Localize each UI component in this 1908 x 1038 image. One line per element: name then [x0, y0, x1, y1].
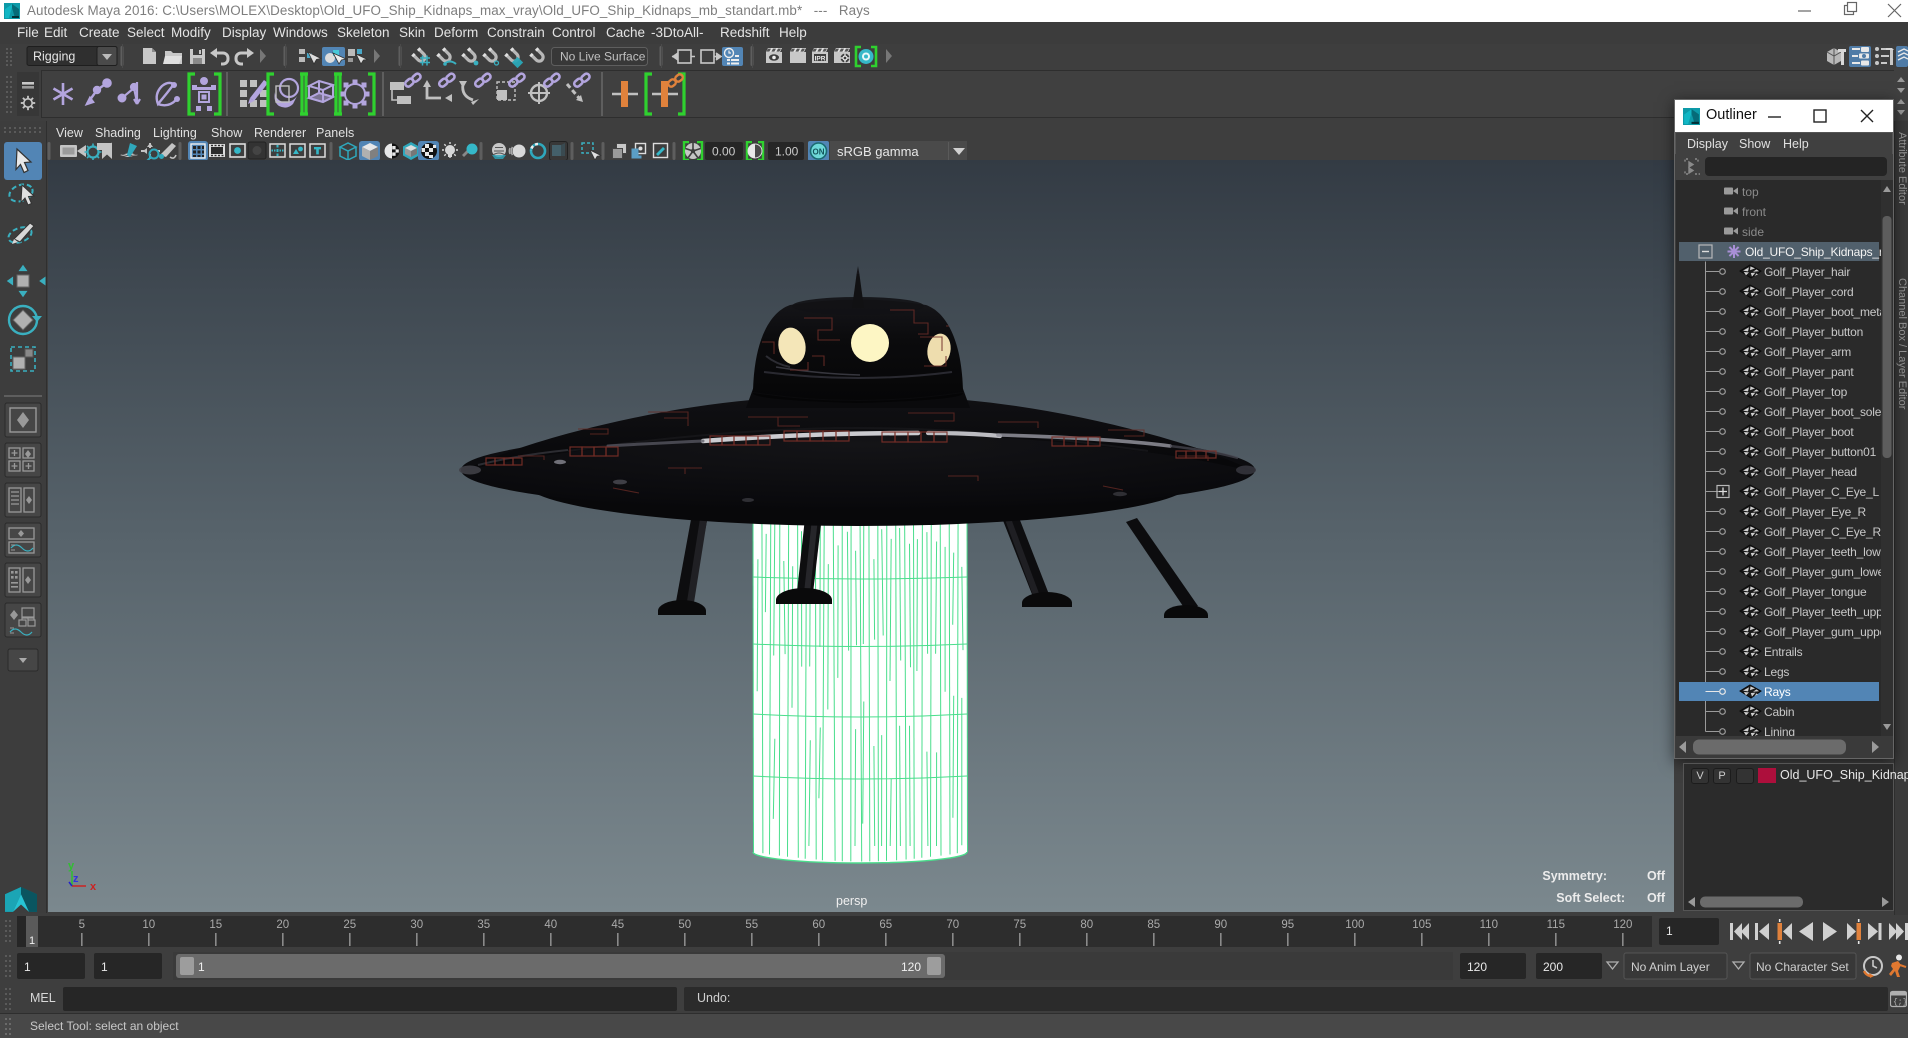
- svg-text:1: 1: [198, 960, 205, 974]
- svg-text:20: 20: [276, 919, 289, 931]
- svg-text:10: 10: [142, 919, 155, 931]
- svg-text:Off: Off: [1647, 869, 1666, 883]
- svg-text:85: 85: [1147, 919, 1160, 931]
- svg-text:Golf_Player_boot_sole: Golf_Player_boot_sole: [1764, 405, 1881, 419]
- svg-text:15: 15: [209, 919, 222, 931]
- svg-text:40: 40: [544, 919, 557, 931]
- svg-text:{;}: {;}: [1893, 998, 1907, 1007]
- svg-text:Golf_Player_arm: Golf_Player_arm: [1764, 345, 1851, 359]
- svg-text:x: x: [90, 881, 97, 893]
- svg-text:Off: Off: [1647, 891, 1666, 905]
- svg-text:1: 1: [29, 935, 35, 947]
- svg-text:115: 115: [1547, 919, 1565, 931]
- svg-text:25: 25: [343, 919, 356, 931]
- svg-text:55: 55: [745, 919, 758, 931]
- svg-text:Legs: Legs: [1764, 665, 1789, 679]
- svg-text:Golf_Player_Eye_R: Golf_Player_Eye_R: [1764, 505, 1867, 519]
- svg-text:Golf_Player_top: Golf_Player_top: [1764, 385, 1848, 399]
- svg-text:Golf_Player_cord: Golf_Player_cord: [1764, 285, 1854, 299]
- svg-text:60: 60: [812, 919, 825, 931]
- svg-text:Golf_Player_tongue: Golf_Player_tongue: [1764, 585, 1867, 599]
- svg-text:IPR: IPR: [815, 55, 826, 62]
- svg-text:Old_UFO_Ship_Kidnaps_nc: Old_UFO_Ship_Kidnaps_nc: [1745, 245, 1881, 259]
- svg-text:Golf_Player_head: Golf_Player_head: [1764, 465, 1857, 479]
- svg-text:No Live Surface: No Live Surface: [560, 50, 646, 64]
- svg-text:5: 5: [79, 919, 85, 931]
- svg-text:105: 105: [1412, 919, 1431, 931]
- svg-text:95: 95: [1281, 919, 1294, 931]
- svg-text:Lining: Lining: [1764, 725, 1795, 736]
- svg-text:110: 110: [1480, 919, 1498, 931]
- svg-text:Entrails: Entrails: [1764, 645, 1803, 659]
- svg-text:No Anim Layer: No Anim Layer: [1631, 960, 1710, 974]
- svg-text:Golf_Player_boot: Golf_Player_boot: [1764, 425, 1854, 439]
- svg-text:Symmetry:: Symmetry:: [1542, 869, 1607, 883]
- svg-text:30: 30: [410, 919, 423, 931]
- svg-text:Rays: Rays: [1764, 685, 1791, 699]
- svg-text:120: 120: [901, 960, 921, 974]
- svg-text:Golf_Player_teeth_lower: Golf_Player_teeth_lower: [1764, 545, 1881, 559]
- svg-text:Golf_Player_gum_lower: Golf_Player_gum_lower: [1764, 565, 1881, 579]
- svg-text:Golf_Player_hair: Golf_Player_hair: [1764, 265, 1850, 279]
- svg-text:Golf_Player_teeth_upper: Golf_Player_teeth_upper: [1764, 605, 1881, 619]
- svg-text:Golf_Player_boot_metal: Golf_Player_boot_metal: [1764, 305, 1881, 319]
- svg-text:1.00: 1.00: [775, 145, 799, 159]
- svg-text:120: 120: [1613, 919, 1632, 931]
- svg-text:top: top: [1742, 185, 1759, 199]
- svg-text:80: 80: [1080, 919, 1093, 931]
- svg-text:persp: persp: [836, 894, 867, 908]
- svg-text:Golf_Player_button01: Golf_Player_button01: [1764, 445, 1877, 459]
- svg-text:65: 65: [879, 919, 892, 931]
- svg-text:Rigging: Rigging: [33, 50, 75, 64]
- svg-text:75: 75: [1013, 919, 1026, 931]
- svg-text:side: side: [1742, 225, 1764, 239]
- svg-text:100: 100: [1345, 919, 1364, 931]
- svg-text:35: 35: [477, 919, 490, 931]
- svg-text:90: 90: [1214, 919, 1227, 931]
- svg-text:Golf_Player_pant: Golf_Player_pant: [1764, 365, 1854, 379]
- svg-text:Golf_Player_gum_upper: Golf_Player_gum_upper: [1764, 625, 1881, 639]
- svg-text:front: front: [1742, 205, 1767, 219]
- svg-text:y: y: [68, 860, 75, 872]
- svg-text:z: z: [73, 873, 79, 885]
- svg-text:50: 50: [678, 919, 691, 931]
- svg-text:200: 200: [1543, 960, 1563, 974]
- svg-text:Golf_Player_button: Golf_Player_button: [1764, 325, 1863, 339]
- svg-text:120: 120: [1467, 960, 1487, 974]
- svg-text:Cabin: Cabin: [1764, 705, 1794, 719]
- svg-text:70: 70: [946, 919, 959, 931]
- svg-text:1: 1: [24, 960, 31, 974]
- svg-text:45: 45: [611, 919, 624, 931]
- svg-text:ON: ON: [813, 148, 825, 157]
- svg-text:sRGB gamma: sRGB gamma: [837, 144, 919, 159]
- svg-text:0.00: 0.00: [712, 145, 736, 159]
- svg-text:No Character Set: No Character Set: [1756, 960, 1849, 974]
- svg-text:Golf_Player_C_Eye_L: Golf_Player_C_Eye_L: [1764, 485, 1879, 499]
- svg-text:Soft Select:: Soft Select:: [1556, 891, 1625, 905]
- svg-text:1: 1: [101, 960, 108, 974]
- svg-text:Golf_Player_C_Eye_R: Golf_Player_C_Eye_R: [1764, 525, 1881, 539]
